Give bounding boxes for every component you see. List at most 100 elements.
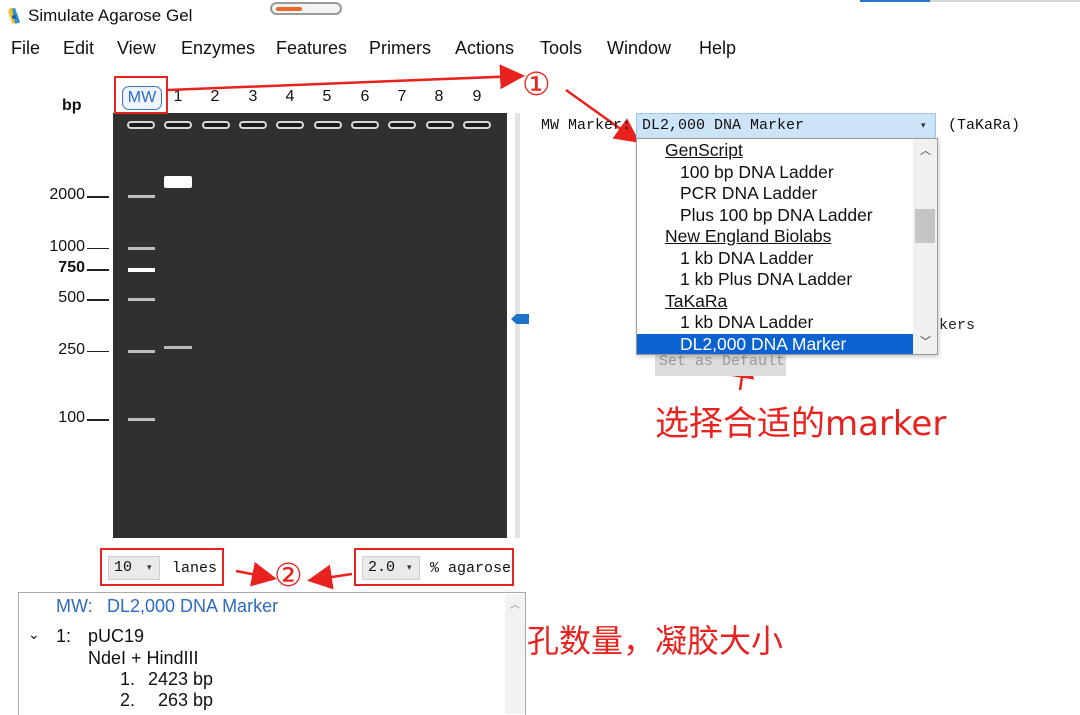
annotation-agarose-highlight: 2.0 ▾ % agarose <box>354 548 514 586</box>
chevron-down-icon[interactable]: ⌄ <box>28 626 40 643</box>
info-sample-name[interactable]: pUC19 <box>88 626 144 647</box>
lane-header-6[interactable]: 6 <box>347 88 383 106</box>
annotation-lanes-highlight: 10 ▾ lanes <box>100 548 224 586</box>
fragment-index: 2. <box>120 690 136 710</box>
agarose-label: % agarose <box>430 560 512 577</box>
sample-band <box>164 175 192 188</box>
mw-marker-label: MW Marker: <box>541 117 632 134</box>
menu-view[interactable]: View <box>117 38 156 59</box>
bp-axis-label: bp <box>62 97 82 114</box>
chevron-down-icon: ▾ <box>147 563 152 573</box>
info-sample-index: 1: <box>56 626 72 646</box>
gel-scroll-marker[interactable] <box>511 314 529 324</box>
well-lane <box>202 121 230 129</box>
menu-edit[interactable]: Edit <box>63 38 94 59</box>
agarose-select[interactable]: 2.0 ▾ <box>362 556 420 580</box>
lane-header-4[interactable]: 4 <box>272 88 308 106</box>
info-mw-prefix: MW: <box>56 596 93 616</box>
menu-enzymes[interactable]: Enzymes <box>181 38 255 59</box>
progress-fill <box>276 7 302 11</box>
title-bar: Simulate Agarose Gel <box>0 0 1080 32</box>
dropdown-option[interactable]: 100 bp DNA Ladder <box>637 162 913 184</box>
chevron-down-icon: ▾ <box>407 563 412 573</box>
well-lane <box>463 121 491 129</box>
ladder-band <box>128 246 155 250</box>
mw-marker-dropdown[interactable]: ︿ ﹀ GenScript 100 bp DNA Ladder PCR DNA La… <box>636 138 938 355</box>
chevron-up-icon[interactable]: ︿ <box>510 596 520 611</box>
ladder-band <box>128 418 155 421</box>
annotation-step-2: ② <box>274 556 303 594</box>
menu-help[interactable]: Help <box>699 38 736 59</box>
info-mw-value: DL2,000 DNA Marker <box>107 596 279 616</box>
marker-size-tick <box>87 419 109 421</box>
ladder-band <box>128 298 155 302</box>
lane-header-8[interactable]: 8 <box>421 88 457 106</box>
window-title: Simulate Agarose Gel <box>28 6 193 25</box>
menu-features[interactable]: Features <box>276 38 347 59</box>
ladder-band <box>128 349 155 353</box>
annotation-mw-highlight <box>114 76 168 114</box>
mw-marker-selected-value: DL2,000 DNA Marker <box>642 117 805 134</box>
well-lane <box>426 121 454 129</box>
menu-primers[interactable]: Primers <box>369 38 431 59</box>
lanes-label: lanes <box>172 560 218 577</box>
lane-header-3[interactable]: 3 <box>235 88 271 106</box>
dropdown-option[interactable]: 1 kb DNA Ladder <box>637 312 913 334</box>
marker-size-label: 2000 <box>49 186 85 203</box>
dropdown-group-header: GenScript <box>665 140 743 160</box>
info-panel-scrollbar[interactable]: ︿ <box>505 594 525 714</box>
marker-size-tick <box>87 247 109 250</box>
well-lane <box>351 121 379 129</box>
marker-size-label: 100 <box>58 409 85 426</box>
dropdown-scrollbar[interactable]: ︿ ﹀ <box>913 139 937 354</box>
well-lane <box>239 121 267 129</box>
ladder-band <box>128 195 155 198</box>
fragment-index: 1. <box>120 669 136 689</box>
window-border-bar <box>930 0 1080 2</box>
sample-band <box>164 346 192 350</box>
well-lane <box>164 121 192 129</box>
gel-canvas[interactable] <box>113 113 507 538</box>
dropdown-option[interactable]: 1 kb DNA Ladder <box>637 248 913 270</box>
dropdown-option[interactable]: Plus 100 bp DNA Ladder <box>637 205 913 227</box>
marker-size-tick <box>87 269 109 271</box>
agarose-value: 2.0 <box>368 559 396 576</box>
marker-size-label: 1000 <box>49 237 85 255</box>
annotation-choose-marker: 选择合适的marker <box>655 404 947 444</box>
chevron-up-icon[interactable]: ︿ <box>920 142 931 158</box>
fragment-size: 2423 bp <box>148 669 214 689</box>
well-lane <box>276 121 304 129</box>
mw-marker-select[interactable]: DL2,000 DNA Marker ▾ <box>636 113 936 139</box>
lane-header-7[interactable]: 7 <box>384 88 420 106</box>
menu-tools[interactable]: Tools <box>540 38 582 59</box>
well-lane <box>314 121 342 129</box>
menu-file[interactable]: File <box>11 38 40 59</box>
dropdown-option[interactable]: 1 kb Plus DNA Ladder <box>637 269 913 291</box>
lane-header-5[interactable]: 5 <box>309 88 345 106</box>
marker-size-label: 750 <box>58 259 85 276</box>
marker-size-label: 500 <box>58 289 85 307</box>
lane-header-2[interactable]: 2 <box>197 88 233 106</box>
dropdown-group-header: TaKaRa <box>665 290 728 311</box>
chevron-down-icon[interactable]: ﹀ <box>920 333 931 349</box>
lanes-select[interactable]: 10 ▾ <box>108 556 160 580</box>
mw-marker-vendor: (TaKaRa) <box>948 117 1021 134</box>
lane-header-9[interactable]: 9 <box>459 88 495 106</box>
menu-bar: File Edit View Enzymes Features Primers … <box>0 34 1080 62</box>
lanes-value: 10 <box>114 559 133 576</box>
marker-size-tick <box>87 350 109 353</box>
window-accent-bar <box>860 0 930 2</box>
menu-actions[interactable]: Actions <box>455 38 514 59</box>
annotation-step-1: ① <box>522 65 551 103</box>
dropdown-option[interactable]: PCR DNA Ladder <box>637 183 913 205</box>
dropdown-scroll-thumb[interactable] <box>915 209 935 243</box>
gel-scroll-track[interactable] <box>515 113 520 538</box>
fragment-size: 263 bp <box>158 690 214 710</box>
dropdown-option[interactable]: DL2,000 DNA Marker <box>637 333 913 354</box>
marker-size-tick <box>87 299 109 301</box>
dropdown-group-header: New England Biolabs <box>665 226 832 246</box>
menu-window[interactable]: Window <box>607 38 671 59</box>
progress-indicator <box>270 2 342 15</box>
well-mw <box>127 121 155 129</box>
chevron-down-icon: ▾ <box>921 121 926 131</box>
